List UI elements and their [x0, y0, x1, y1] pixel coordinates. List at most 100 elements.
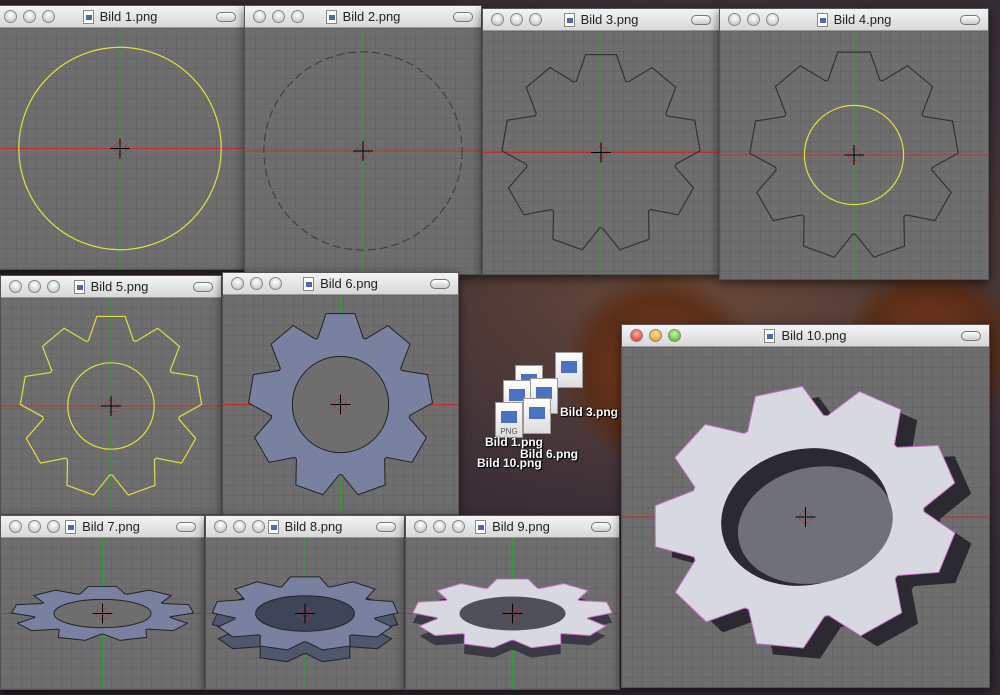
title-bar[interactable]: Bild 2.png — [245, 6, 481, 28]
blender-render — [1, 538, 204, 689]
window-title: Bild 8.png — [284, 519, 343, 534]
image-viewport — [206, 538, 404, 689]
close-button[interactable] — [231, 277, 244, 290]
icon-label: Bild 10.png — [477, 456, 542, 470]
image-viewport — [483, 31, 719, 274]
preview-window[interactable]: Bild 5.png — [0, 275, 222, 515]
window-title: Bild 5.png — [90, 279, 149, 294]
close-button[interactable] — [491, 13, 504, 26]
zoom-button[interactable] — [766, 13, 779, 26]
zoom-button[interactable] — [529, 13, 542, 26]
document-icon — [303, 276, 315, 291]
zoom-button[interactable] — [47, 280, 60, 293]
png-file-icon[interactable]: PNG — [495, 402, 523, 438]
title-bar[interactable]: Bild 8.png — [206, 516, 404, 538]
image-viewport — [1, 298, 221, 514]
toolbar-toggle-button[interactable] — [691, 15, 711, 25]
window-title: Bild 9.png — [492, 519, 550, 534]
close-button[interactable] — [9, 280, 22, 293]
window-title: Bild 10.png — [781, 328, 847, 343]
png-file-icon[interactable] — [555, 352, 583, 388]
document-icon — [65, 519, 77, 534]
minimize-button[interactable] — [250, 277, 263, 290]
document-icon — [82, 9, 94, 24]
toolbar-toggle-button[interactable] — [453, 12, 473, 22]
image-viewport — [1, 538, 204, 689]
toolbar-toggle-button[interactable] — [430, 279, 450, 289]
title-bar[interactable]: Bild 9.png — [406, 516, 619, 538]
zoom-button[interactable] — [269, 277, 282, 290]
title-bar[interactable]: Bild 6.png — [223, 273, 458, 295]
close-button[interactable] — [728, 13, 741, 26]
document-icon — [325, 9, 337, 24]
title-bar[interactable]: Bild 4.png — [720, 9, 988, 31]
close-button[interactable] — [253, 10, 266, 23]
close-button[interactable] — [214, 520, 227, 533]
blender-render — [223, 295, 458, 514]
zoom-button[interactable] — [252, 520, 265, 533]
minimize-button[interactable] — [747, 13, 760, 26]
toolbar-toggle-button[interactable] — [591, 522, 611, 532]
minimize-button[interactable] — [28, 280, 41, 293]
toolbar-toggle-button[interactable] — [961, 331, 981, 341]
zoom-button[interactable] — [668, 329, 681, 342]
preview-window[interactable]: Bild 8.png — [205, 515, 405, 690]
preview-window[interactable]: Bild 6.png — [222, 272, 459, 515]
toolbar-toggle-button[interactable] — [376, 522, 396, 532]
minimize-button[interactable] — [433, 520, 446, 533]
png-file-icon[interactable] — [523, 398, 551, 434]
window-title: Bild 7.png — [82, 519, 140, 534]
document-icon — [73, 279, 85, 294]
document-icon — [816, 12, 828, 27]
preview-window[interactable]: Bild 2.png — [244, 5, 482, 275]
icon-label: Bild 3.png — [560, 405, 618, 419]
blender-render — [206, 538, 404, 689]
minimize-button[interactable] — [23, 10, 36, 23]
blender-render — [483, 31, 719, 274]
minimize-button[interactable] — [28, 520, 41, 533]
title-bar[interactable]: Bild 5.png — [1, 276, 221, 298]
minimize-button[interactable] — [272, 10, 285, 23]
preview-window[interactable]: Bild 9.png — [405, 515, 620, 690]
blender-render — [1, 298, 221, 514]
window-title: Bild 4.png — [833, 12, 892, 27]
zoom-button[interactable] — [42, 10, 55, 23]
minimize-button[interactable] — [649, 329, 662, 342]
toolbar-toggle-button[interactable] — [176, 522, 196, 532]
title-bar[interactable]: Bild 7.png — [1, 516, 204, 538]
close-button[interactable] — [4, 10, 17, 23]
zoom-button[interactable] — [291, 10, 304, 23]
blender-render — [622, 347, 989, 687]
image-viewport — [245, 28, 481, 274]
preview-window[interactable]: Bild 10.png — [621, 324, 990, 688]
preview-window[interactable]: Bild 1.png — [0, 5, 245, 270]
image-viewport — [0, 28, 244, 269]
window-title: Bild 2.png — [342, 9, 401, 24]
blender-render — [245, 28, 481, 274]
toolbar-toggle-button[interactable] — [216, 12, 236, 22]
window-title: Bild 6.png — [320, 276, 378, 291]
blender-render — [0, 28, 244, 269]
zoom-button[interactable] — [47, 520, 60, 533]
minimize-button[interactable] — [510, 13, 523, 26]
preview-window[interactable]: Bild 7.png — [0, 515, 205, 690]
close-button[interactable] — [9, 520, 22, 533]
title-bar[interactable]: Bild 3.png — [483, 9, 719, 31]
toolbar-toggle-button[interactable] — [193, 282, 213, 292]
document-icon — [267, 519, 279, 534]
minimize-button[interactable] — [233, 520, 246, 533]
image-viewport — [622, 347, 989, 687]
document-icon — [475, 519, 487, 534]
image-viewport — [406, 538, 619, 689]
close-button[interactable] — [414, 520, 427, 533]
title-bar[interactable]: Bild 10.png — [622, 325, 989, 347]
toolbar-toggle-button[interactable] — [960, 15, 980, 25]
title-bar[interactable]: Bild 1.png — [0, 6, 244, 28]
document-icon — [563, 12, 575, 27]
close-button[interactable] — [630, 329, 643, 342]
zoom-button[interactable] — [452, 520, 465, 533]
preview-window[interactable]: Bild 3.png — [482, 8, 720, 275]
window-title: Bild 3.png — [580, 12, 639, 27]
preview-window[interactable]: Bild 4.png — [719, 8, 989, 280]
blender-render — [406, 538, 619, 689]
